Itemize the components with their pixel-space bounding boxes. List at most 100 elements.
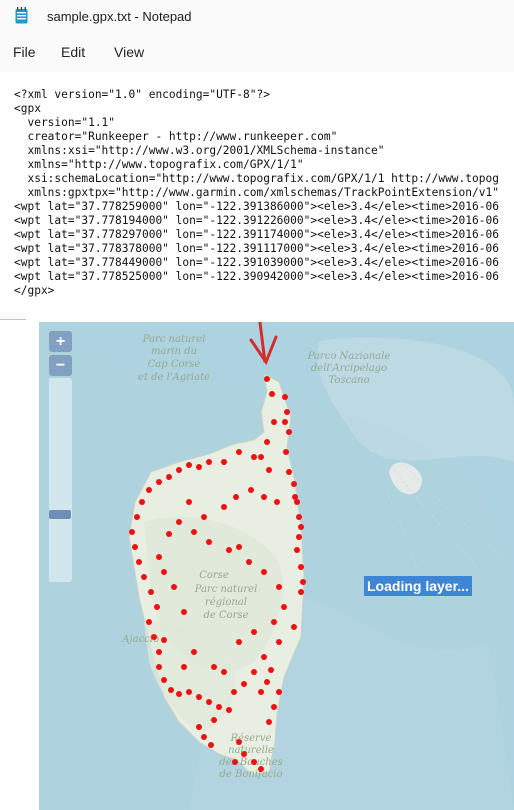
- waypoint-marker: [251, 629, 257, 635]
- label-parc-marin: Parc naturel: [142, 334, 206, 345]
- waypoint-marker: [236, 639, 242, 645]
- waypoint-marker: [241, 681, 247, 687]
- waypoint-marker: [176, 691, 182, 697]
- zoom-slider-track[interactable]: [49, 378, 72, 582]
- waypoint-marker: [284, 409, 290, 415]
- waypoint-marker: [226, 547, 232, 553]
- zoom-out-button[interactable]: −: [49, 355, 72, 376]
- waypoint-marker: [186, 499, 192, 505]
- waypoint-marker: [231, 689, 237, 695]
- waypoint-marker: [206, 539, 212, 545]
- waypoint-marker: [276, 639, 282, 645]
- waypoint-marker: [264, 679, 270, 685]
- waypoint-marker: [251, 454, 257, 460]
- waypoint-marker: [283, 449, 289, 455]
- waypoint-marker: [264, 439, 270, 445]
- label-parco-nazionale: dell'Arcipelago: [311, 363, 387, 374]
- waypoint-marker: [298, 524, 304, 530]
- waypoint-marker: [298, 564, 304, 570]
- code-line: <gpx: [14, 102, 41, 115]
- waypoint-marker: [258, 766, 264, 772]
- editor-bottom: [0, 304, 514, 322]
- code-line: <wpt lat="37.778194000" lon="-122.391226…: [14, 214, 499, 227]
- code-line: </gpx>: [14, 284, 55, 297]
- title-bar: sample.gpx.txt - Notepad: [0, 0, 514, 34]
- menu-view[interactable]: View: [114, 44, 144, 60]
- waypoint-marker: [206, 699, 212, 705]
- waypoint-marker: [132, 544, 138, 550]
- menu-file[interactable]: File: [13, 44, 36, 60]
- waypoint-marker: [251, 759, 257, 765]
- waypoint-marker: [211, 717, 217, 723]
- waypoint-marker: [264, 376, 270, 382]
- waypoint-marker: [271, 419, 277, 425]
- zoom-in-button[interactable]: +: [49, 331, 72, 352]
- waypoint-marker: [232, 759, 238, 765]
- waypoint-marker: [276, 689, 282, 695]
- waypoint-marker: [296, 514, 302, 520]
- label-parco-nazionale: Toscano: [328, 375, 369, 386]
- waypoint-marker: [296, 534, 302, 540]
- waypoint-marker: [216, 704, 222, 710]
- waypoint-marker: [258, 689, 264, 695]
- code-line: <wpt lat="37.778378000" lon="-122.391117…: [14, 242, 499, 255]
- waypoint-marker: [281, 604, 287, 610]
- map-view[interactable]: Parc naturel marin du Cap Corse et de l'…: [39, 322, 514, 810]
- label-reserve: Réserve: [230, 733, 272, 744]
- zoom-slider-handle[interactable]: [49, 510, 71, 519]
- waypoint-marker: [181, 609, 187, 615]
- waypoint-marker: [166, 474, 172, 480]
- waypoint-marker: [251, 669, 257, 675]
- waypoint-marker: [300, 579, 306, 585]
- waypoint-marker: [221, 504, 227, 510]
- code-line: <wpt lat="37.778259000" lon="-122.391386…: [14, 200, 499, 213]
- waypoint-marker: [161, 569, 167, 575]
- waypoint-marker: [176, 467, 182, 473]
- waypoint-marker: [156, 554, 162, 560]
- waypoint-marker: [186, 689, 192, 695]
- window-title: sample.gpx.txt - Notepad: [47, 9, 192, 24]
- waypoint-marker: [236, 739, 242, 745]
- waypoint-marker: [268, 667, 274, 673]
- label-parc-marin: et de l'Agriate: [138, 372, 210, 383]
- code-line: xmlns:xsi="http://www.w3.org/2001/XMLSch…: [14, 144, 385, 157]
- waypoint-marker: [161, 637, 167, 643]
- waypoint-marker: [181, 664, 187, 670]
- loading-layer-label: Loading layer...: [364, 576, 472, 596]
- code-line: <?xml version="1.0" encoding="UTF-8"?>: [14, 88, 270, 101]
- waypoint-marker: [186, 462, 192, 468]
- waypoint-marker: [136, 559, 142, 565]
- menu-bar: File Edit View: [0, 34, 514, 72]
- waypoint-marker: [291, 481, 297, 487]
- waypoint-marker: [236, 449, 242, 455]
- waypoint-marker: [221, 459, 227, 465]
- waypoint-marker: [261, 494, 267, 500]
- waypoint-marker: [274, 499, 280, 505]
- waypoint-marker: [276, 584, 282, 590]
- waypoint-marker: [148, 589, 154, 595]
- waypoint-marker: [271, 619, 277, 625]
- waypoint-marker: [261, 654, 267, 660]
- label-reserve: des Bouches: [219, 757, 283, 768]
- text-editor[interactable]: <?xml version="1.0" encoding="UTF-8"?> <…: [0, 72, 514, 304]
- label-parc-regional: régional: [205, 597, 247, 608]
- waypoint-marker: [206, 459, 212, 465]
- waypoint-marker: [156, 649, 162, 655]
- menu-edit[interactable]: Edit: [61, 44, 85, 60]
- label-parc-regional: Parc naturel: [194, 584, 258, 595]
- waypoint-marker: [196, 464, 202, 470]
- waypoint-marker: [292, 494, 298, 500]
- waypoint-marker: [196, 694, 202, 700]
- waypoint-marker: [246, 559, 252, 565]
- notepad-icon: [15, 7, 28, 24]
- waypoint-marker: [241, 751, 247, 757]
- code-line: xmlns:gpxtpx="http://www.garmin.com/xmls…: [14, 186, 499, 199]
- code-line: <wpt lat="37.778297000" lon="-122.391174…: [14, 228, 499, 241]
- label-parc-regional: de Corse: [204, 610, 249, 621]
- waypoint-marker: [208, 742, 214, 748]
- waypoint-marker: [261, 569, 267, 575]
- label-reserve: de Bonifacio: [220, 769, 283, 780]
- waypoint-marker: [266, 467, 272, 473]
- waypoint-marker: [156, 479, 162, 485]
- waypoint-marker: [271, 704, 277, 710]
